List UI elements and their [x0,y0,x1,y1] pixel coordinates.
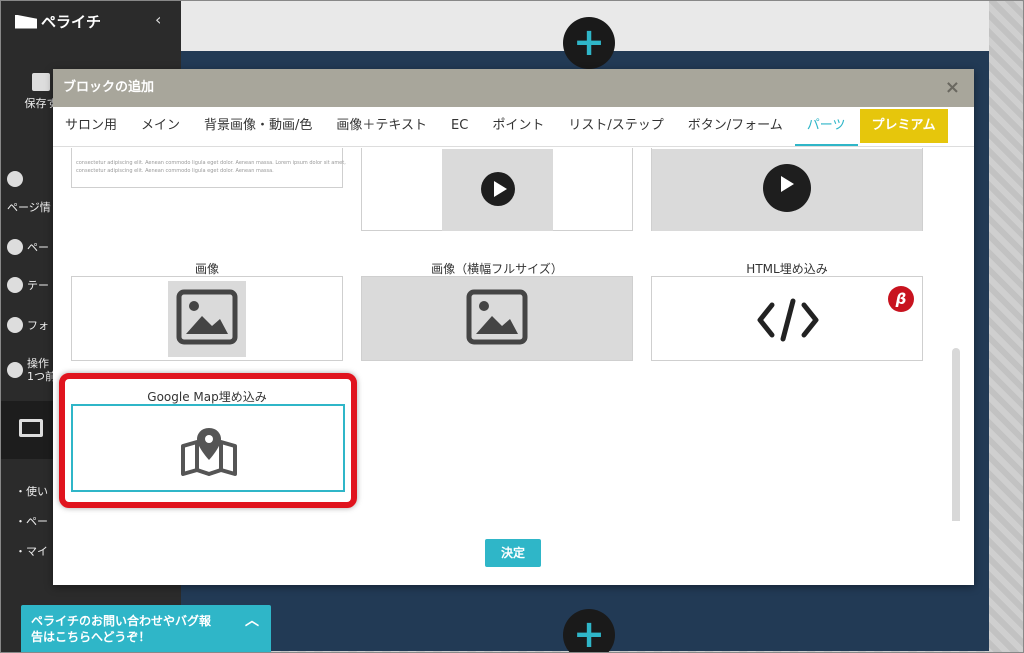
vertical-scrollbar[interactable] [952,348,960,521]
chevron-left-icon[interactable]: ‹ [155,10,161,29]
monitor-icon [19,419,43,437]
block-card-video[interactable] [361,148,633,231]
modal-header: ブロックの追加 × [53,69,974,107]
block-card-html[interactable]: β [651,276,923,361]
floppy-disk-icon [32,73,50,91]
sidebar-item-label: フォ [27,319,49,332]
block-title-html: HTML埋め込み [746,262,828,276]
play-icon [481,172,515,206]
code-icon [757,298,819,342]
add-block-plus-icon-bottom[interactable]: + [563,609,615,652]
sidebar-item-label: 操作 1つ前 [27,357,56,383]
sidebar-item-label: テー [27,279,49,292]
category-tabs: サロン用 メイン 背景画像・動画/色 画像＋テキスト EC ポイント リスト/ス… [53,107,974,147]
font-icon [7,317,23,333]
close-icon[interactable]: × [945,69,960,107]
sidebar-item-label: ページ情 [7,201,51,214]
sidebar-link-usage[interactable]: ・使い [15,483,48,499]
sidebar-item-undo[interactable]: 操作 1つ前 [7,357,56,383]
submit-button[interactable]: 決定 [485,539,541,567]
tab-image-text[interactable]: 画像＋テキスト [324,107,439,146]
block-title-image-full: 画像（横幅フルサイズ） [431,262,563,276]
wrench-icon [7,239,23,255]
tab-background[interactable]: 背景画像・動画/色 [192,107,324,146]
app-logo: ペライチ [15,11,101,32]
logo-mark-icon [15,14,37,29]
tab-button-form[interactable]: ボタン/フォーム [676,107,795,146]
sidebar-item-theme[interactable]: テー [7,277,49,293]
image-icon [466,289,528,345]
support-chat-button[interactable]: ペライチのお問い合わせやバグ報 告はこちらへどうぞ！ ︿ [21,605,271,652]
support-chat-line2: 告はこちらへどうぞ！ [31,630,151,644]
palette-icon [7,277,23,293]
block-card-text[interactable]: consectetur adipiscing elit. Aenean comm… [71,148,346,188]
undo-icon [7,362,23,378]
sample-text: consectetur adipiscing elit. Aenean comm… [76,160,346,174]
sidebar-item-parts[interactable]: ペー [7,239,49,255]
tab-salon[interactable]: サロン用 [53,107,129,146]
sidebar-item-page-info[interactable] [7,171,23,187]
tab-list-step[interactable]: リスト/ステップ [556,107,675,146]
sidebar-item-font[interactable]: フォ [7,317,49,333]
highlight-annotation [59,373,357,508]
modal-title: ブロックの追加 [63,80,155,95]
block-card-image-full[interactable] [361,276,633,361]
app-window: + + ペライチ ‹ 保存す ページ情 ペー テー フォ 操作 1つ前 ・使い … [0,0,1024,653]
support-chat-line1: ペライチのお問い合わせやバグ報 [31,614,212,628]
beta-badge: β [888,286,914,312]
tab-main[interactable]: メイン [129,107,192,146]
logo-text: ペライチ [41,13,102,31]
play-icon [763,164,811,212]
tab-premium[interactable]: プレミアム [859,109,948,143]
sidebar-link-mypage[interactable]: ・マイ [15,543,48,559]
block-card-video-full[interactable] [651,148,923,231]
sidebar-item-page-info-label: ページ情 [7,199,51,215]
sidebar-item-label: ペー [27,241,49,254]
tab-ec[interactable]: EC [439,107,480,146]
block-card-image[interactable] [71,276,343,361]
tab-point[interactable]: ポイント [480,107,556,146]
add-block-plus-icon[interactable]: + [563,17,615,69]
tab-parts[interactable]: パーツ [794,107,858,146]
sidebar-link-page[interactable]: ・ペー [15,513,48,529]
gear-icon [7,171,23,187]
block-title-image: 画像 [194,262,219,276]
chevron-up-icon: ︿ [245,613,259,629]
image-icon [176,289,238,345]
